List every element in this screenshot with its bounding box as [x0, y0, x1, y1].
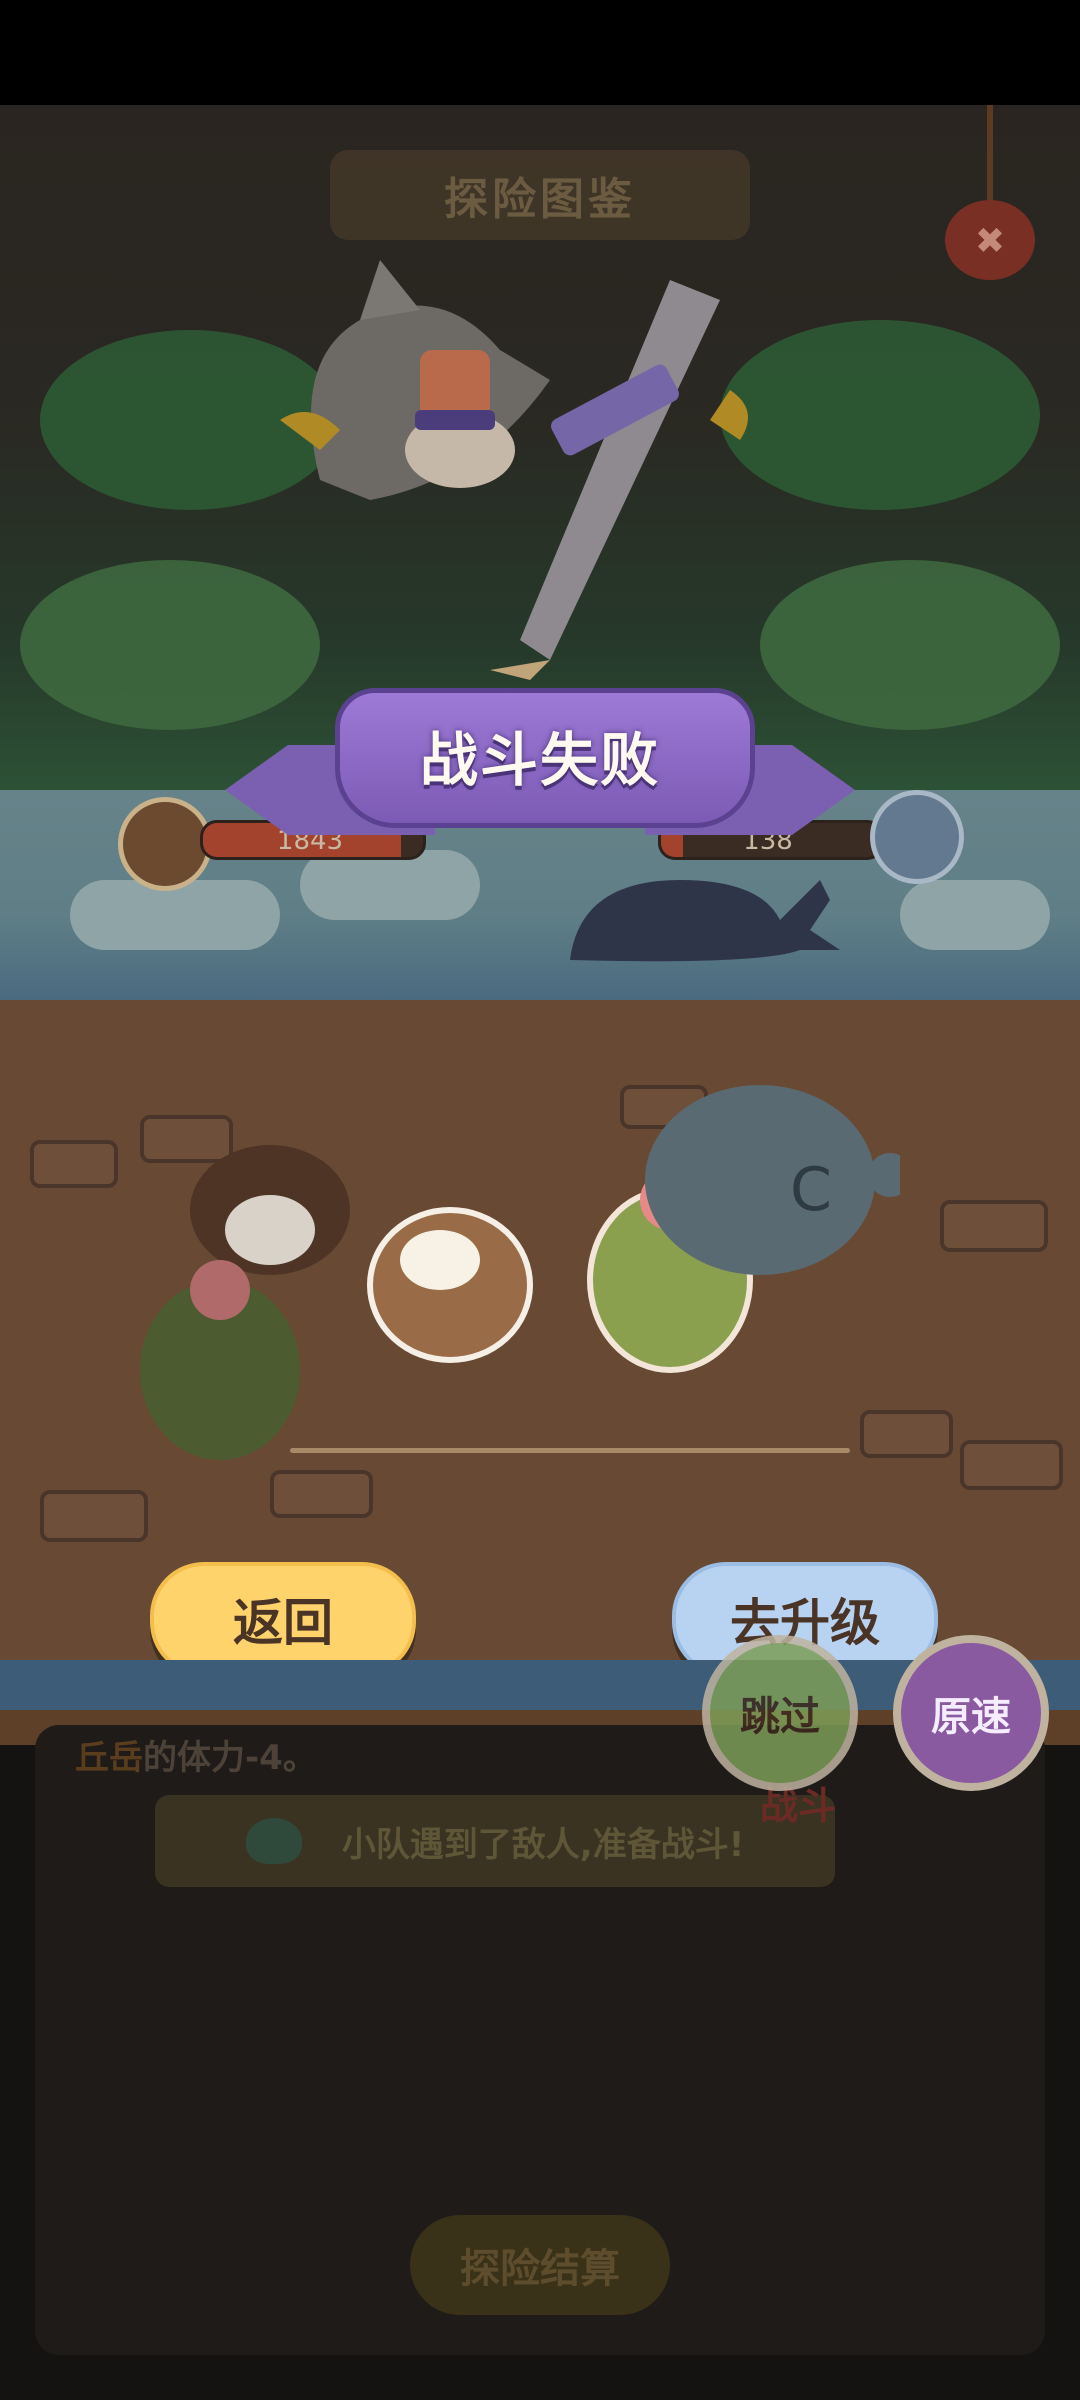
- encounter-text: 小队遇到了敌人,准备战斗!: [341, 1824, 745, 1865]
- settle-button[interactable]: 探险结算: [410, 2215, 670, 2315]
- cloud-decoration: [300, 850, 480, 920]
- brick-decoration: [40, 1490, 148, 1542]
- log-stamina-line: 丘岳的体力-4。: [75, 1730, 317, 1779]
- brick-decoration: [30, 1140, 118, 1188]
- cloud-decoration: [900, 880, 1050, 950]
- lantern-icon: ✖: [945, 105, 1035, 280]
- enemy-avatar: [870, 790, 964, 884]
- skip-button[interactable]: 跳过: [702, 1635, 858, 1791]
- svg-text:✖: ✖: [975, 221, 1005, 262]
- page-title: 探险图鉴: [330, 150, 750, 240]
- log-stamina-text: 的体力-4。: [143, 1738, 317, 1778]
- slime-icon: [245, 1818, 302, 1864]
- active-cat-character: [367, 1207, 533, 1363]
- svg-text:C: C: [790, 1155, 832, 1225]
- status-bar: [0, 0, 1080, 105]
- brick-decoration: [860, 1410, 953, 1458]
- enemy-cloud-spirit: C: [645, 1085, 900, 1275]
- log-character-name: 丘岳: [75, 1738, 143, 1778]
- brick-decoration: [940, 1200, 1048, 1252]
- defeat-illustration: [280, 260, 748, 680]
- cloud-decoration: [70, 880, 280, 950]
- whale-icon: [570, 880, 840, 962]
- battle-result-title: 战斗失败: [419, 726, 660, 794]
- encounter-message: 小队遇到了敌人,准备战斗!: [155, 1795, 835, 1887]
- back-button[interactable]: 返回: [150, 1562, 416, 1676]
- player-cat-characters: [140, 1145, 350, 1460]
- speed-button[interactable]: 原速: [893, 1635, 1049, 1791]
- brick-decoration: [960, 1440, 1063, 1490]
- player-avatar: [118, 797, 212, 891]
